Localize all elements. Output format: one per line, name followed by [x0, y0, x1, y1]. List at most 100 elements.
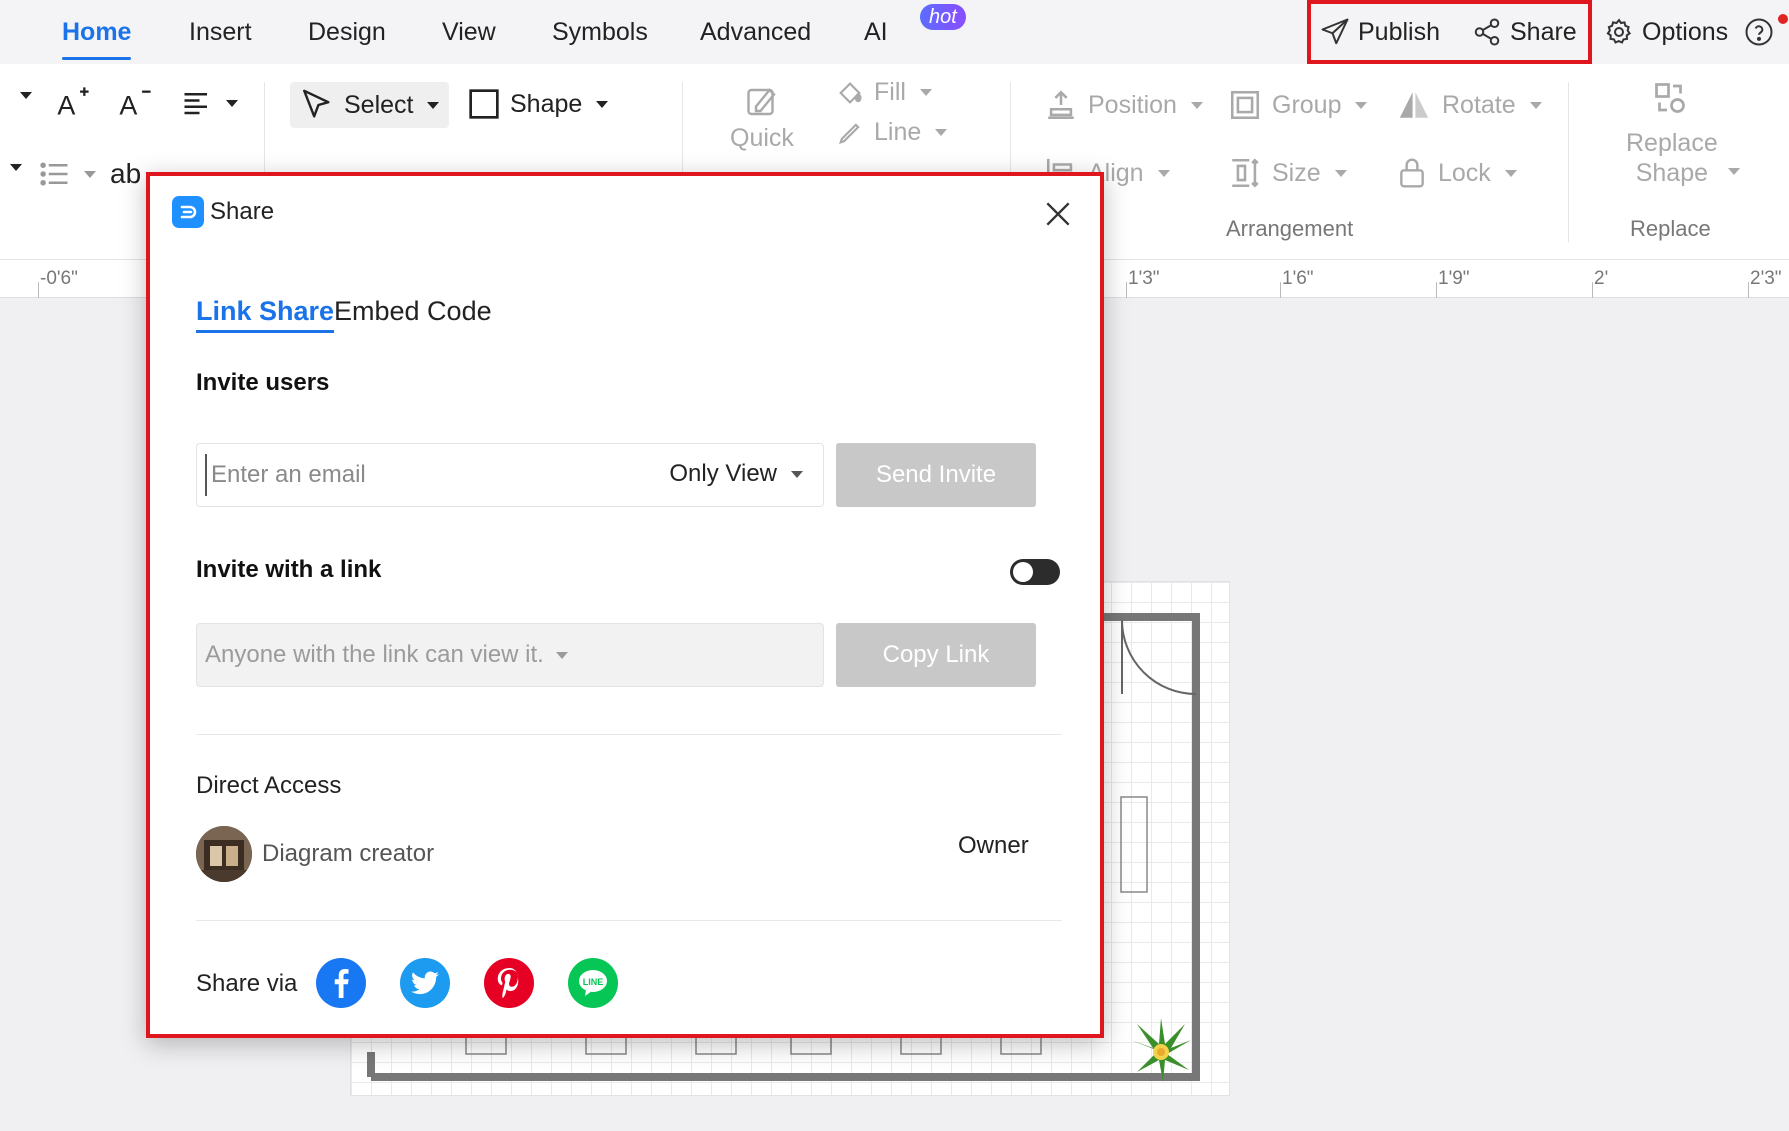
- bullet-list-icon[interactable]: [40, 160, 96, 188]
- notification-dot: [1778, 14, 1788, 24]
- help-icon: [1745, 18, 1773, 46]
- fill-button[interactable]: Fill: [836, 78, 932, 107]
- ruler-mark: [1280, 282, 1281, 298]
- lock-button[interactable]: Lock: [1396, 156, 1517, 190]
- shape-label: Shape: [510, 89, 583, 118]
- send-invite-button[interactable]: Send Invite: [836, 443, 1036, 507]
- increase-font-icon[interactable]: A: [56, 86, 90, 120]
- chevron-down-icon: [791, 470, 803, 478]
- position-button[interactable]: Position: [1044, 88, 1203, 122]
- top-menu-bar: Home Insert Design View Symbols Advanced…: [0, 0, 1789, 64]
- group-button[interactable]: Group: [1228, 88, 1368, 122]
- flip-icon: [1399, 92, 1429, 118]
- tab-embed-code[interactable]: Embed Code: [334, 296, 492, 327]
- tab-view[interactable]: View: [442, 18, 496, 47]
- email-input[interactable]: [205, 454, 645, 496]
- position-icon: [1048, 90, 1074, 120]
- line-label: Line: [874, 118, 922, 146]
- ruler-tick: 1'9": [1438, 268, 1470, 289]
- chevron-down-icon: [555, 651, 568, 659]
- tab-insert[interactable]: Insert: [189, 18, 252, 47]
- invite-link-heading: Invite with a link: [196, 556, 382, 583]
- ruler-mark: [1126, 282, 1127, 298]
- size-button[interactable]: Size: [1228, 156, 1347, 190]
- permission-dropdown[interactable]: Only View: [669, 460, 803, 488]
- gear-icon: [1606, 18, 1632, 44]
- ruler-mark: [38, 282, 39, 298]
- close-button[interactable]: [1042, 198, 1074, 230]
- line-button[interactable]: Line: [836, 118, 948, 147]
- fill-bucket-icon: [839, 81, 862, 104]
- align-text-icon[interactable]: [182, 90, 238, 116]
- rotate-label: Rotate: [1442, 90, 1516, 119]
- tab-advanced[interactable]: Advanced: [700, 18, 811, 47]
- options-button[interactable]: Options: [1604, 14, 1728, 50]
- link-permission-dropdown[interactable]: Anyone with the link can view it.: [196, 623, 824, 687]
- tab-home[interactable]: Home: [62, 18, 132, 60]
- position-label: Position: [1088, 90, 1177, 119]
- link-permission-value: Anyone with the link can view it.: [205, 641, 544, 668]
- pen-icon: [839, 122, 860, 144]
- select-tool-button[interactable]: Select: [290, 82, 450, 128]
- shape-tool-button[interactable]: Shape: [468, 88, 609, 120]
- tab-symbols[interactable]: Symbols: [552, 18, 648, 47]
- ruler-tick: -0'6": [40, 268, 78, 289]
- size-label: Size: [1272, 158, 1321, 187]
- svg-text:A: A: [57, 90, 75, 120]
- avatar: [196, 826, 252, 882]
- replace-shape-label-2: Shape: [1635, 158, 1709, 187]
- svg-text:LINE: LINE: [583, 977, 604, 987]
- ruler-tick: 1'3": [1128, 268, 1160, 289]
- pinterest-share-button[interactable]: [484, 958, 534, 1008]
- ruler-mark: [1436, 282, 1437, 298]
- group-label: Group: [1272, 90, 1342, 119]
- ruler-mark: [1592, 282, 1593, 298]
- replace-shape-label-1: Replace: [1626, 129, 1718, 157]
- tab-ai[interactable]: AI: [864, 18, 888, 47]
- ruler-tick: 1'6": [1282, 268, 1314, 289]
- line-icon: LINE: [579, 970, 607, 996]
- publish-share-highlight: [1307, 0, 1592, 64]
- spacing-caret[interactable]: [6, 164, 22, 171]
- divider: [196, 734, 1062, 735]
- replace-group-label: Replace: [1630, 216, 1711, 241]
- replace-shape-caret[interactable]: [1724, 168, 1740, 175]
- decrease-font-icon[interactable]: A: [118, 86, 152, 120]
- help-button[interactable]: [1744, 14, 1774, 50]
- facebook-icon: [334, 969, 349, 998]
- permission-value: Only View: [669, 460, 777, 487]
- twitter-icon: [411, 971, 439, 995]
- fill-label: Fill: [874, 78, 906, 106]
- replace-shape-button[interactable]: Replace Shape: [1626, 129, 1718, 187]
- lock-icon: [1400, 158, 1424, 188]
- facebook-share-button[interactable]: [316, 958, 366, 1008]
- tab-design[interactable]: Design: [308, 18, 386, 47]
- lock-label: Lock: [1438, 158, 1491, 187]
- copy-link-button[interactable]: Copy Link: [836, 623, 1036, 687]
- direct-access-label: Direct Access: [196, 772, 342, 799]
- options-label: Options: [1642, 17, 1729, 46]
- ribbon-separator: [1568, 82, 1569, 242]
- app-logo-icon: [172, 196, 204, 228]
- tab-link-share[interactable]: Link Share: [196, 296, 335, 333]
- replace-shape-icon[interactable]: [1652, 80, 1688, 116]
- twitter-share-button[interactable]: [400, 958, 450, 1008]
- link-share-toggle[interactable]: [1010, 559, 1060, 585]
- ruler-mark: [1748, 282, 1749, 298]
- select-label: Select: [344, 90, 414, 119]
- email-invite-field: Only View: [196, 443, 824, 507]
- font-dropdown-caret[interactable]: [16, 92, 32, 99]
- divider: [196, 920, 1062, 921]
- quick-style-icon: [747, 88, 776, 116]
- quick-label: Quick: [730, 124, 794, 152]
- pinterest-icon: [497, 968, 519, 998]
- hot-badge: hot: [920, 4, 966, 30]
- rotate-button[interactable]: Rotate: [1396, 88, 1542, 122]
- user-role: Owner: [958, 832, 1029, 859]
- svg-text:A: A: [119, 90, 137, 120]
- user-name: Diagram creator: [262, 840, 435, 867]
- pointer-icon: [303, 89, 330, 118]
- line-share-button[interactable]: LINE: [568, 958, 618, 1008]
- text-style-icon[interactable]: ab: [110, 158, 141, 190]
- quick-style-button[interactable]: Quick: [730, 84, 794, 153]
